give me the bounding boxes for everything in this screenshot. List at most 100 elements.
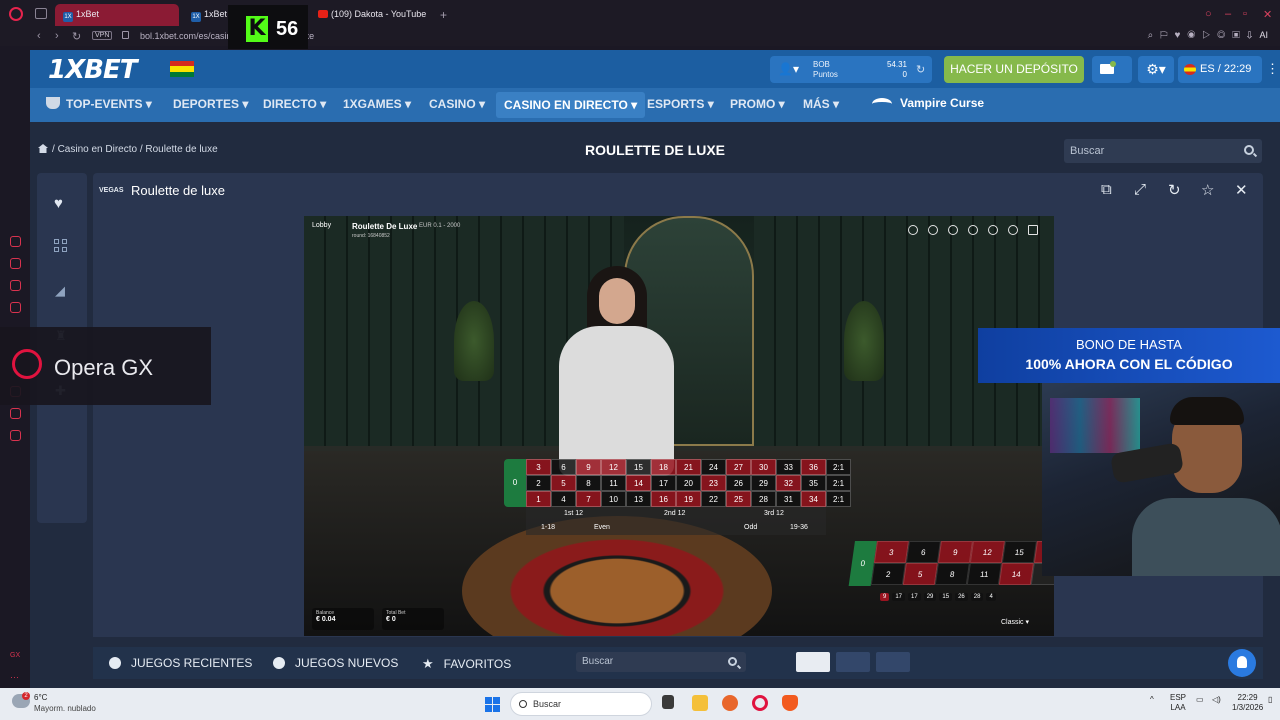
opera-logo-icon[interactable]	[9, 7, 23, 21]
bet-number[interactable]: 17	[651, 475, 676, 491]
close-game-icon[interactable]: ✕	[1235, 181, 1248, 199]
nav-1xgames[interactable]: 1XGAMES ▾	[343, 97, 411, 111]
race-number[interactable]: 5	[902, 563, 938, 585]
notifications-icon[interactable]: ▯	[1268, 695, 1272, 704]
chat-icon[interactable]	[908, 225, 918, 235]
close-window-button[interactable]: ✕	[1263, 8, 1272, 21]
nav-promo[interactable]: PROMO ▾	[730, 97, 785, 111]
settings-icon[interactable]	[10, 430, 21, 441]
race-number[interactable]: 2	[870, 563, 906, 585]
grid-icon[interactable]	[54, 239, 68, 253]
language-selector[interactable]: ES / 22:29	[1178, 56, 1262, 83]
info-icon[interactable]	[968, 225, 978, 235]
bet-number[interactable]: 13	[626, 491, 651, 507]
nav-mas[interactable]: MÁS ▾	[803, 97, 839, 111]
messages-button[interactable]	[1092, 56, 1132, 83]
bet-number[interactable]: 33	[776, 459, 801, 475]
bet-number[interactable]: 11	[601, 475, 626, 491]
bet-number[interactable]: 28	[751, 491, 776, 507]
layout-double-button[interactable]	[836, 652, 870, 672]
race-number[interactable]: 14	[998, 563, 1034, 585]
more-menu-icon[interactable]: ⋮	[1266, 61, 1279, 77]
ai-button[interactable]: AI	[1259, 30, 1268, 40]
bet-number[interactable]: 2:1	[826, 475, 851, 491]
race-number[interactable]: 8	[934, 563, 970, 585]
favorites-button[interactable]: ★ FAVORITOS	[422, 656, 511, 672]
tray-chevron-icon[interactable]: ^	[1150, 695, 1154, 704]
bet-number[interactable]: 31	[776, 491, 801, 507]
bet-number[interactable]: 24	[701, 459, 726, 475]
bet-number[interactable]: 2	[526, 475, 551, 491]
bet-number[interactable]: 1	[526, 491, 551, 507]
search-input[interactable]: Buscar	[1064, 139, 1262, 163]
tab-1xbet-active[interactable]: 1X 1xBet	[55, 4, 179, 26]
site-logo[interactable]: 1XBET	[48, 55, 137, 85]
bet-dozen-3[interactable]: 3rd 12	[764, 510, 784, 517]
bet-dozen-2[interactable]: 2nd 12	[664, 510, 685, 517]
favorite-star-icon[interactable]: ☆	[1201, 181, 1214, 199]
games-icon[interactable]: ◢	[55, 283, 65, 299]
bet-number[interactable]: 14	[626, 475, 651, 491]
bet-number[interactable]: 30	[751, 459, 776, 475]
gx-cleaner-icon[interactable]	[10, 258, 21, 269]
bet-dozen-1[interactable]: 1st 12	[564, 510, 583, 517]
bet-limits[interactable]: EUR 0.1 - 2000	[419, 223, 460, 229]
bet-number[interactable]: 29	[751, 475, 776, 491]
layout-quad-button[interactable]	[876, 652, 910, 672]
race-number[interactable]: 15	[1001, 541, 1037, 563]
tab-switcher-icon[interactable]	[35, 8, 47, 19]
bet-number[interactable]: 35	[801, 475, 826, 491]
bet-number[interactable]: 21	[676, 459, 701, 475]
minimize-button[interactable]: –	[1225, 8, 1231, 20]
nav-esports[interactable]: ESPORTS ▾	[647, 97, 714, 111]
windows-start-icon[interactable]	[485, 697, 500, 712]
back-button[interactable]: ‹	[37, 30, 41, 42]
taskbar-clock[interactable]: 22:29 1/3/2026	[1232, 693, 1263, 713]
history-icon[interactable]	[948, 225, 958, 235]
bet-number[interactable]: 18	[651, 459, 676, 475]
race-number[interactable]: 3	[873, 541, 909, 563]
statistics-icon[interactable]	[928, 225, 938, 235]
network-icon[interactable]: ▭	[1196, 695, 1204, 704]
account-balance-widget[interactable]: 👤▾ BOB Puntos 54.31 0 ↻	[770, 56, 932, 83]
user-icon[interactable]: 👤▾	[778, 62, 799, 76]
bottom-search-input[interactable]: Buscar	[576, 652, 746, 672]
nav-directo[interactable]: DIRECTO ▾	[263, 97, 326, 111]
bet-1-18[interactable]: 1-18	[541, 524, 555, 531]
bet-number[interactable]: 23	[701, 475, 726, 491]
nav-deportes[interactable]: DEPORTES ▾	[173, 97, 248, 111]
view-mode-select[interactable]: Classic ▾	[1001, 618, 1029, 626]
bet-number[interactable]: 8	[576, 475, 601, 491]
bet-number[interactable]: 16	[651, 491, 676, 507]
favorites-heart-icon[interactable]: ♥	[54, 195, 63, 212]
weather-temperature[interactable]: 6°C	[34, 693, 47, 702]
twitch-icon[interactable]	[10, 280, 21, 291]
bet-number[interactable]: 19	[676, 491, 701, 507]
bet-number[interactable]: 10	[601, 491, 626, 507]
nav-casino-en-directo[interactable]: CASINO EN DIRECTO ▾	[496, 92, 646, 118]
new-games-button[interactable]: JUEGOS NUEVOS	[273, 656, 398, 670]
race-number[interactable]: 6	[905, 541, 941, 563]
reload-button[interactable]: ↻	[72, 30, 81, 43]
support-chat-button[interactable]	[1228, 649, 1256, 677]
race-number[interactable]: 12	[969, 541, 1005, 563]
fullscreen-icon[interactable]	[1028, 225, 1038, 235]
brave-icon[interactable]	[782, 695, 798, 711]
bet-number[interactable]: 27	[726, 459, 751, 475]
bet-number[interactable]: 36	[801, 459, 826, 475]
bet-number[interactable]: 4	[551, 491, 576, 507]
bet-number[interactable]: 34	[801, 491, 826, 507]
bet-number[interactable]: 25	[726, 491, 751, 507]
bet-number[interactable]: 12	[601, 459, 626, 475]
bet-number[interactable]: 20	[676, 475, 701, 491]
recent-games-button[interactable]: JUEGOS RECIENTES	[109, 656, 252, 670]
gx-control-icon[interactable]	[10, 236, 21, 247]
nav-top-events[interactable]: TOP-EVENTS ▾	[46, 97, 152, 111]
live-roulette-video[interactable]: Lobby Roulette De Luxe EUR 0.1 - 2000 ro…	[304, 216, 1054, 636]
search-icon[interactable]	[1244, 145, 1254, 155]
lobby-button[interactable]: Lobby	[312, 222, 331, 229]
more-icon[interactable]: ···	[10, 672, 19, 682]
opera-gx-taskbar-icon[interactable]	[752, 695, 768, 711]
bet-number[interactable]: 2:1	[826, 491, 851, 507]
firefox-icon[interactable]	[722, 695, 738, 711]
